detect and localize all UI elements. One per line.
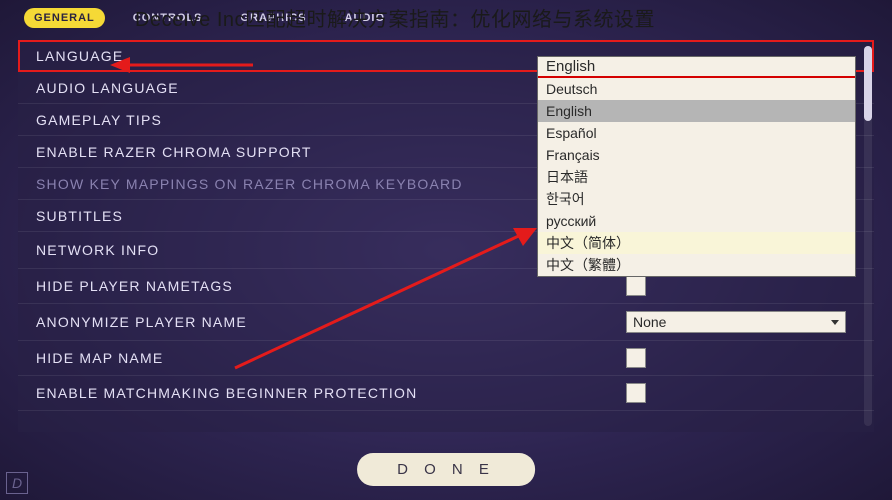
language-dropdown-current[interactable]: English (538, 57, 855, 78)
scrollbar-thumb[interactable] (864, 46, 872, 121)
settings-row: ENABLE MATCHMAKING BEGINNER PROTECTION (18, 376, 874, 411)
settings-row-control (626, 276, 856, 296)
settings-row-label: GAMEPLAY TIPS (36, 112, 162, 128)
settings-row-control (626, 383, 856, 403)
chevron-down-icon (831, 320, 839, 325)
settings-row-label: ANONYMIZE PLAYER NAME (36, 314, 247, 330)
language-option[interactable]: Deutsch (538, 78, 855, 100)
settings-row-label: AUDIO LANGUAGE (36, 80, 179, 96)
settings-row: ANONYMIZE PLAYER NAME None (18, 304, 874, 341)
language-option[interactable]: русский (538, 210, 855, 232)
corner-logo-icon: D (6, 472, 28, 494)
language-option[interactable]: Español (538, 122, 855, 144)
language-option[interactable]: English (538, 100, 855, 122)
settings-row-label: SUBTITLES (36, 208, 123, 224)
language-option[interactable]: 日本語 (538, 166, 855, 188)
select-anonymize-player-name[interactable]: None (626, 311, 846, 333)
settings-row-label: LANGUAGE (36, 48, 123, 64)
settings-row: HIDE MAP NAME (18, 341, 874, 376)
settings-row-label: HIDE PLAYER NAMETAGS (36, 278, 233, 294)
done-button[interactable]: D O N E (357, 453, 535, 486)
settings-row-label: NETWORK INFO (36, 242, 159, 258)
overlay-title: Deceive Inc匹配超时解决方案指南：优化网络与系统设置 (135, 3, 655, 32)
checkbox-enable-matchmaking-beginner-protection[interactable] (626, 383, 646, 403)
tab-general[interactable]: GENERAL (24, 8, 105, 28)
settings-row-label: ENABLE RAZER CHROMA SUPPORT (36, 144, 312, 160)
language-option[interactable]: 中文（繁體） (538, 254, 855, 276)
scrollbar[interactable] (864, 46, 872, 426)
language-option[interactable]: Français (538, 144, 855, 166)
settings-row-label: HIDE MAP NAME (36, 350, 163, 366)
settings-row-label: SHOW KEY MAPPINGS ON RAZER CHROMA KEYBOA… (36, 176, 463, 192)
settings-row-control: None (626, 311, 856, 333)
language-dropdown[interactable]: English DeutschEnglishEspañolFrançais日本語… (537, 56, 856, 277)
settings-row-control (626, 348, 856, 368)
language-option[interactable]: 한국어 (538, 188, 855, 210)
checkbox-hide-player-nametags[interactable] (626, 276, 646, 296)
settings-row-label: ENABLE MATCHMAKING BEGINNER PROTECTION (36, 385, 417, 401)
select-value: None (633, 314, 666, 330)
language-option[interactable]: 中文（简体） (538, 232, 855, 254)
checkbox-hide-map-name[interactable] (626, 348, 646, 368)
